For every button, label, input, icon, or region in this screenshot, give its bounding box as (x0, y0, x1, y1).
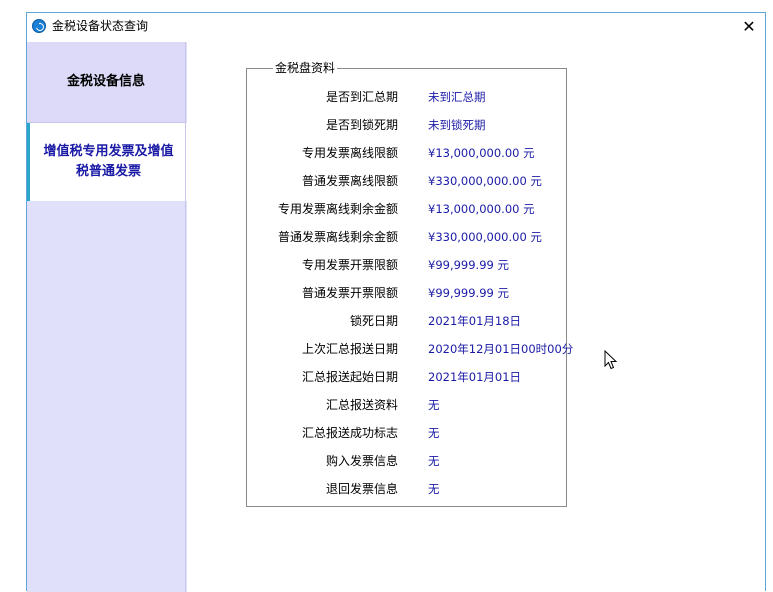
info-row-value: 未到锁死期 (428, 118, 486, 132)
sidebar-divider (185, 42, 186, 592)
info-row-label: 专用发票离线限额 (301, 146, 398, 160)
info-row-value: 无 (428, 398, 440, 412)
sidebar-item-device-info[interactable]: 金税设备信息 (27, 42, 185, 123)
info-row-label: 普通发票离线剩余金额 (277, 230, 398, 244)
info-row-value: ¥99,999.99 元 (428, 258, 509, 272)
info-row: 汇总报送资料 无 (247, 397, 568, 413)
group-title: 金税盘资料 (273, 61, 338, 75)
info-row-value: ¥13,000,000.00 元 (428, 202, 535, 216)
title-bar[interactable]: 金税设备状态查询 ✕ (27, 13, 765, 41)
info-row: 汇总报送成功标志 无 (247, 425, 568, 441)
info-row: 普通发票离线限额 ¥330,000,000.00 元 (247, 173, 568, 189)
info-row-label: 是否到汇总期 (325, 90, 398, 104)
info-row-label: 专用发票开票限额 (301, 258, 398, 272)
info-row-value: 未到汇总期 (428, 90, 486, 104)
info-row-value: ¥330,000,000.00 元 (428, 174, 542, 188)
info-row-label: 专用发票离线剩余金额 (277, 202, 398, 216)
info-row: 是否到汇总期 未到汇总期 (247, 89, 568, 105)
info-row: 是否到锁死期 未到锁死期 (247, 117, 568, 133)
info-row-label: 普通发票离线限额 (301, 174, 398, 188)
tax-disk-info-group: 金税盘资料 是否到汇总期 未到汇总期是否到锁死期 未到锁死期专用发票离线限额 ¥13,… (246, 61, 573, 507)
mouse-pointer-icon (604, 350, 618, 370)
sidebar-item-invoice-info[interactable]: 增值税专用发票及增值税普通发票 (27, 123, 187, 201)
info-row-label: 是否到锁死期 (325, 118, 398, 132)
status-query-window: 金税设备状态查询 ✕ 金税设备信息 增值税专用发票及增值税普通发票 金税盘资料 … (26, 12, 766, 592)
info-row-value: 2020年12月01日00时00分 (428, 342, 574, 356)
info-row: 专用发票离线限额 ¥13,000,000.00 元 (247, 145, 568, 161)
info-row-value: 无 (428, 454, 440, 468)
info-row: 退回发票信息 无 (247, 481, 568, 497)
info-row-label: 汇总报送成功标志 (301, 426, 398, 440)
sidebar: 金税设备信息 增值税专用发票及增值税普通发票 (27, 42, 187, 592)
info-row-value: 无 (428, 426, 440, 440)
info-row-label: 退回发票信息 (325, 482, 398, 496)
info-row: 购入发票信息 无 (247, 453, 568, 469)
info-row: 普通发票离线剩余金额 ¥330,000,000.00 元 (247, 229, 568, 245)
info-row-label: 上次汇总报送日期 (301, 342, 398, 356)
info-row-value: 无 (428, 482, 440, 496)
info-row-label: 普通发票开票限额 (301, 286, 398, 300)
sidebar-item-label: 金税设备信息 (66, 74, 145, 89)
info-row: 专用发票开票限额 ¥99,999.99 元 (247, 257, 568, 273)
sidebar-item-label: 增值税专用发票及增值税普通发票 (43, 144, 174, 179)
app-logo-icon (32, 19, 46, 33)
info-row: 普通发票开票限额 ¥99,999.99 元 (247, 285, 568, 301)
close-button[interactable]: ✕ (737, 15, 761, 39)
window-title: 金税设备状态查询 (52, 19, 149, 33)
info-row: 锁死日期 2021年01月18日 (247, 313, 568, 329)
info-row-value: 2021年01月01日 (428, 370, 522, 384)
info-row: 上次汇总报送日期 2020年12月01日00时00分 (247, 341, 573, 357)
info-row: 专用发票离线剩余金额 ¥13,000,000.00 元 (247, 201, 568, 217)
info-row-label: 购入发票信息 (325, 454, 398, 468)
info-row-value: ¥99,999.99 元 (428, 286, 509, 300)
info-row-label: 锁死日期 (349, 314, 398, 328)
info-row-label: 汇总报送起始日期 (301, 370, 398, 384)
info-row-value: ¥330,000,000.00 元 (428, 230, 542, 244)
info-row-label: 汇总报送资料 (325, 398, 398, 412)
info-row-value: 2021年01月18日 (428, 314, 522, 328)
info-row-value: ¥13,000,000.00 元 (428, 146, 535, 160)
info-row: 汇总报送起始日期 2021年01月01日 (247, 369, 568, 385)
